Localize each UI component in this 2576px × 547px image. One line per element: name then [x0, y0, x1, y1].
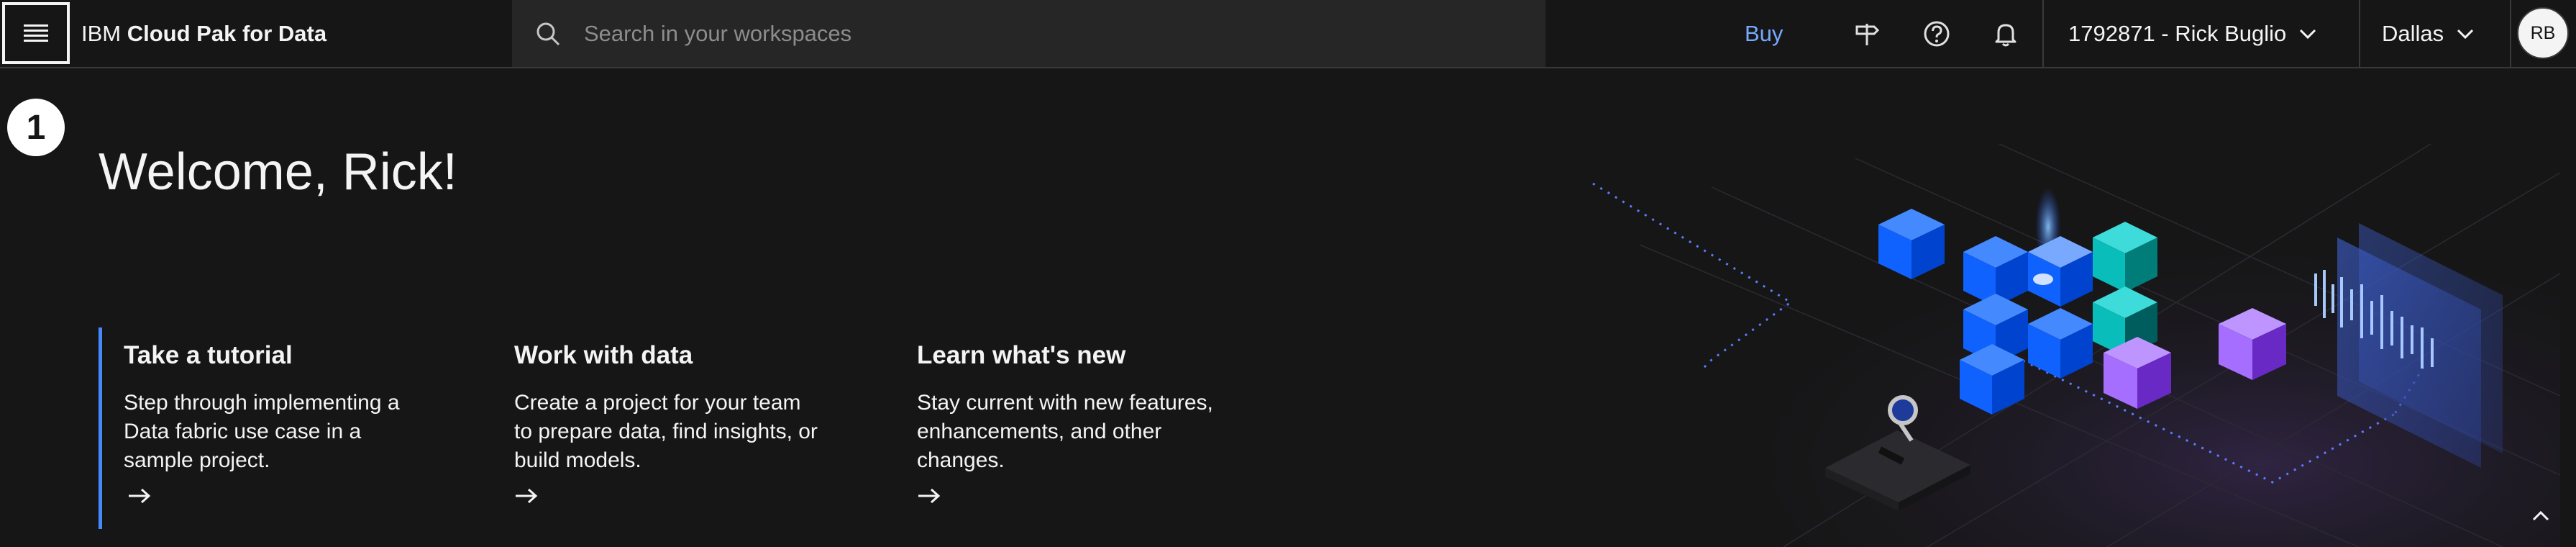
- product-name[interactable]: IBM Cloud Pak for Data: [81, 0, 326, 67]
- card-line: sample project.: [124, 448, 270, 472]
- product-prefix: IBM: [81, 21, 122, 46]
- buy-link[interactable]: Buy: [1745, 0, 1783, 67]
- card-title: Learn what's new: [917, 341, 1126, 369]
- step-marker: 1: [7, 99, 65, 156]
- chevron-down-icon: [2457, 29, 2474, 39]
- account-switcher[interactable]: 1792871 - Rick Buglio: [2068, 0, 2316, 67]
- card-description: Stay current with new features, enhancem…: [917, 389, 1255, 475]
- card-line: Create a project for your team: [514, 391, 801, 415]
- card-line: Stay current with new features,: [917, 391, 1213, 415]
- card-title: Take a tutorial: [124, 341, 293, 369]
- card-line: Step through implementing a: [124, 391, 400, 415]
- header-divider: [2359, 0, 2360, 67]
- help-button[interactable]: [1919, 17, 1954, 51]
- arrow-right-icon[interactable]: [514, 487, 539, 505]
- card-description: Step through implementing a Data fabric …: [124, 389, 462, 475]
- work-with-data-card[interactable]: Work with data Create a project for your…: [514, 327, 852, 504]
- notification-icon: [1995, 24, 2017, 47]
- header-divider: [2510, 0, 2511, 67]
- help-icon: [1924, 21, 1950, 47]
- card-line: Data fabric use case in a: [124, 420, 362, 443]
- chevron-down-icon: [2300, 29, 2316, 39]
- card-line: build models.: [514, 448, 641, 472]
- welcome-heading: Welcome, Rick!: [99, 143, 457, 201]
- account-label: 1792871 - Rick Buglio: [2068, 20, 2287, 46]
- card-description: Create a project for your team to prepar…: [514, 389, 852, 475]
- whats-new-card[interactable]: Learn what's new Stay current with new f…: [917, 327, 1255, 504]
- region-switcher[interactable]: Dallas: [2382, 0, 2474, 67]
- search-bar[interactable]: [512, 0, 1545, 67]
- tutorial-card[interactable]: Take a tutorial Step through implementin…: [99, 327, 462, 529]
- user-avatar[interactable]: RB: [2517, 7, 2569, 59]
- hero-illustration: [1568, 130, 2560, 547]
- hamburger-menu-button[interactable]: [2, 2, 70, 64]
- top-header: IBM Cloud Pak for Data Buy: [0, 0, 2576, 68]
- signpost-button[interactable]: [1850, 17, 1884, 51]
- product-title: Cloud Pak for Data: [127, 21, 327, 46]
- signpost-icon: [1855, 24, 1880, 45]
- card-line: changes.: [917, 448, 1005, 472]
- card-title: Work with data: [514, 341, 693, 369]
- search-icon: [535, 19, 564, 48]
- card-line: enhancements, and other: [917, 420, 1162, 443]
- region-label: Dallas: [2382, 20, 2444, 46]
- card-line: to prepare data, find insights, or: [514, 420, 818, 443]
- arrow-right-icon[interactable]: [917, 487, 941, 505]
- header-divider: [2042, 0, 2044, 67]
- notification-button[interactable]: [1988, 17, 2023, 51]
- arrow-right-icon[interactable]: [127, 487, 152, 505]
- chevron-up-icon[interactable]: [2531, 510, 2550, 523]
- menu-icon: [24, 24, 48, 42]
- search-input[interactable]: [583, 19, 1448, 48]
